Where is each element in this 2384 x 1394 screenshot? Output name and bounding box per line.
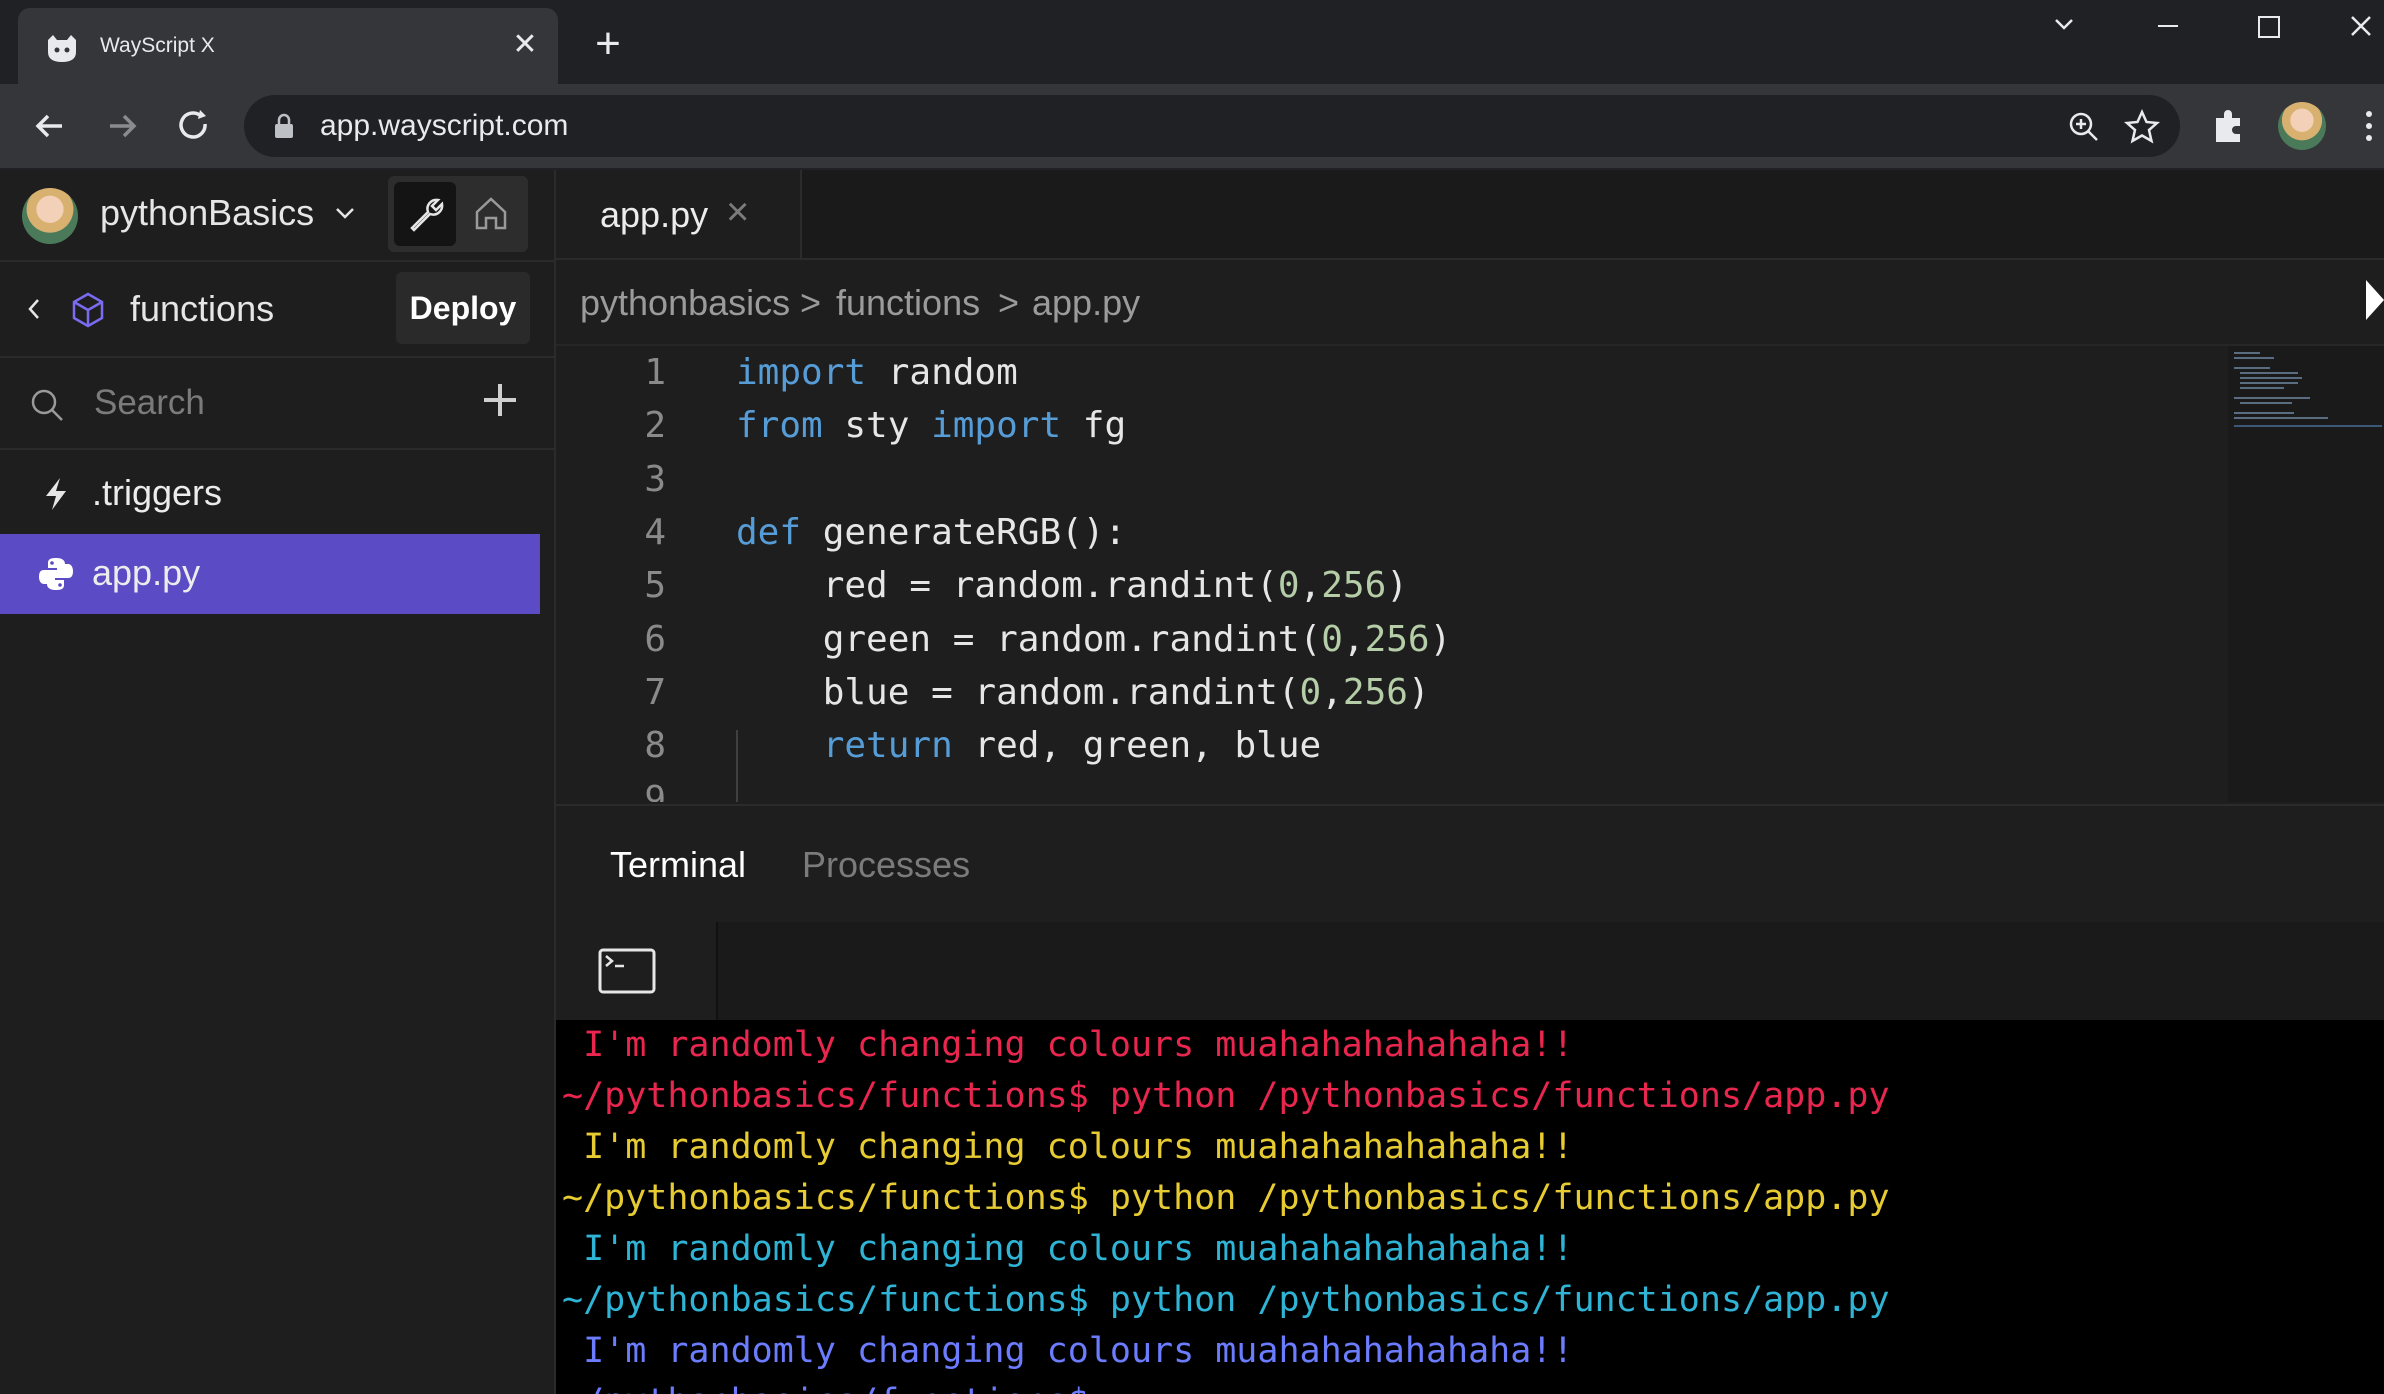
wayscript-logo-icon <box>48 35 76 62</box>
sidebar: pythonBasics functions Deploy Search .tr… <box>0 170 556 1394</box>
home-button[interactable] <box>460 182 522 246</box>
profile-avatar[interactable] <box>2278 102 2326 150</box>
line-number: 3 <box>644 459 666 500</box>
file-label: app.py <box>92 552 201 593</box>
deploy-button[interactable]: Deploy <box>396 272 530 344</box>
wayscript-app: pythonBasics functions Deploy Search .tr… <box>0 170 2384 1394</box>
lock-icon <box>275 113 293 138</box>
breadcrumb-separator: > <box>800 282 822 323</box>
editor-tabs: app.py × <box>556 170 2384 260</box>
search-input[interactable] <box>92 378 456 428</box>
chevron-left-icon[interactable] <box>22 294 46 324</box>
line-number: 8 <box>644 725 666 766</box>
lightning-icon <box>46 478 66 510</box>
line-number: 5 <box>644 565 666 606</box>
function-name: functions <box>130 288 275 329</box>
code-line-5: red = random.randint(0,256) <box>736 565 1408 606</box>
tab-processes[interactable]: Processes <box>802 842 970 888</box>
workspace-name[interactable]: pythonBasics <box>100 190 314 236</box>
search-row <box>0 358 554 450</box>
back-icon[interactable] <box>26 102 74 150</box>
close-window-icon[interactable] <box>2330 6 2384 46</box>
terminal-instance-tab[interactable] <box>556 922 718 1020</box>
tools-button[interactable] <box>394 182 456 246</box>
editor-area: app.py × pythonbasics > functions > app.… <box>556 170 2384 1394</box>
terminal-line: ~/pythonbasics/functions$ <box>562 1377 1089 1394</box>
code-editor[interactable]: 1 2 3 4 5 6 7 8 9 import random from sty… <box>556 346 2226 802</box>
tab-title: WayScript X <box>100 34 215 57</box>
code-line-8: return red, green, blue <box>822 725 1322 766</box>
terminal-line: I'm randomly changing colours muahahahah… <box>562 1331 1574 1371</box>
breadcrumb-file: app.py <box>1032 282 1141 323</box>
bookmark-star-icon[interactable] <box>2122 107 2162 147</box>
function-row: functions Deploy <box>0 262 554 358</box>
terminal-line: I'm randomly changing colours muahahahah… <box>562 1127 1574 1167</box>
function-cube-icon <box>72 292 104 328</box>
tab-close-icon[interactable]: ✕ <box>506 26 544 64</box>
wrench-icon <box>410 198 444 232</box>
terminal-line: I'm randomly changing colours muahahahah… <box>562 1025 1574 1065</box>
browser-menu-icon[interactable] <box>2354 102 2384 150</box>
search-icon <box>31 389 63 421</box>
terminal-line: I'm randomly changing colours muahahahah… <box>562 1229 1574 1269</box>
breadcrumb-workspace[interactable]: pythonbasics <box>580 280 790 326</box>
minimize-icon[interactable] <box>2138 6 2198 46</box>
tab-terminal[interactable]: Terminal <box>610 842 746 888</box>
line-number: 4 <box>644 512 666 553</box>
line-number: 9 <box>644 779 666 802</box>
reload-icon[interactable] <box>170 102 218 150</box>
tab-search-icon[interactable] <box>2034 6 2094 46</box>
breadcrumb-function[interactable]: functions <box>836 280 980 326</box>
terminal-line: ~/pythonbasics/functions$ python /python… <box>562 1178 1890 1218</box>
terminal-header <box>556 922 2384 1020</box>
minimap[interactable] <box>2228 346 2384 802</box>
code-line-7: blue = random.randint(0,256) <box>736 672 1430 713</box>
workspace-row: pythonBasics <box>0 170 554 262</box>
line-number: 7 <box>644 672 666 713</box>
close-tab-icon[interactable]: × <box>726 188 766 236</box>
terminal-output[interactable]: I'm randomly changing colours muahahahah… <box>556 1020 2384 1394</box>
browser-tab[interactable]: WayScript X ✕ <box>18 8 558 84</box>
chevron-down-icon[interactable] <box>330 198 360 228</box>
line-number: 2 <box>644 405 666 446</box>
file-label: .triggers <box>92 472 223 513</box>
terminal-line: ~/pythonbasics/functions$ python /python… <box>562 1076 1890 1116</box>
line-number: 6 <box>644 619 666 660</box>
terminal-line: ~/pythonbasics/functions$ python /python… <box>562 1280 1890 1320</box>
run-icon[interactable] <box>2362 278 2384 322</box>
browser-tabstrip: WayScript X ✕ + <box>0 0 2384 84</box>
new-tab-button[interactable]: + <box>588 22 628 66</box>
add-file-icon[interactable] <box>476 376 524 424</box>
url-text: app.wayscript.com <box>320 109 569 142</box>
code-line-6: green = random.randint(0,256) <box>736 619 1452 660</box>
file-item-app-py[interactable]: app.py <box>0 534 540 614</box>
breadcrumb-separator: > <box>998 282 1020 323</box>
line-number: 1 <box>644 352 666 393</box>
browser-toolbar: app.wayscript.com <box>0 84 2384 170</box>
panel-tabs: Terminal Processes <box>556 804 2384 924</box>
python-icon <box>39 558 73 590</box>
home-icon <box>475 197 507 230</box>
forward-icon[interactable] <box>98 102 146 150</box>
code-line-4: def generateRGB(): <box>736 512 1127 553</box>
editor-tab-app-py[interactable]: app.py × <box>556 170 802 258</box>
zoom-icon[interactable] <box>2064 107 2104 147</box>
breadcrumb: pythonbasics > functions > app.py <box>556 260 2384 346</box>
code-line-1: import random <box>736 352 1018 393</box>
view-toggle <box>388 176 528 252</box>
code-line-2: from sty import fg <box>736 405 1127 446</box>
maximize-icon[interactable] <box>2238 6 2298 46</box>
address-bar[interactable]: app.wayscript.com <box>244 95 2180 157</box>
file-item-triggers[interactable]: .triggers <box>0 454 540 534</box>
workspace-avatar <box>22 188 78 244</box>
editor-tab-label: app.py <box>600 194 709 235</box>
terminal-icon <box>598 948 656 994</box>
extensions-icon[interactable] <box>2206 102 2254 150</box>
